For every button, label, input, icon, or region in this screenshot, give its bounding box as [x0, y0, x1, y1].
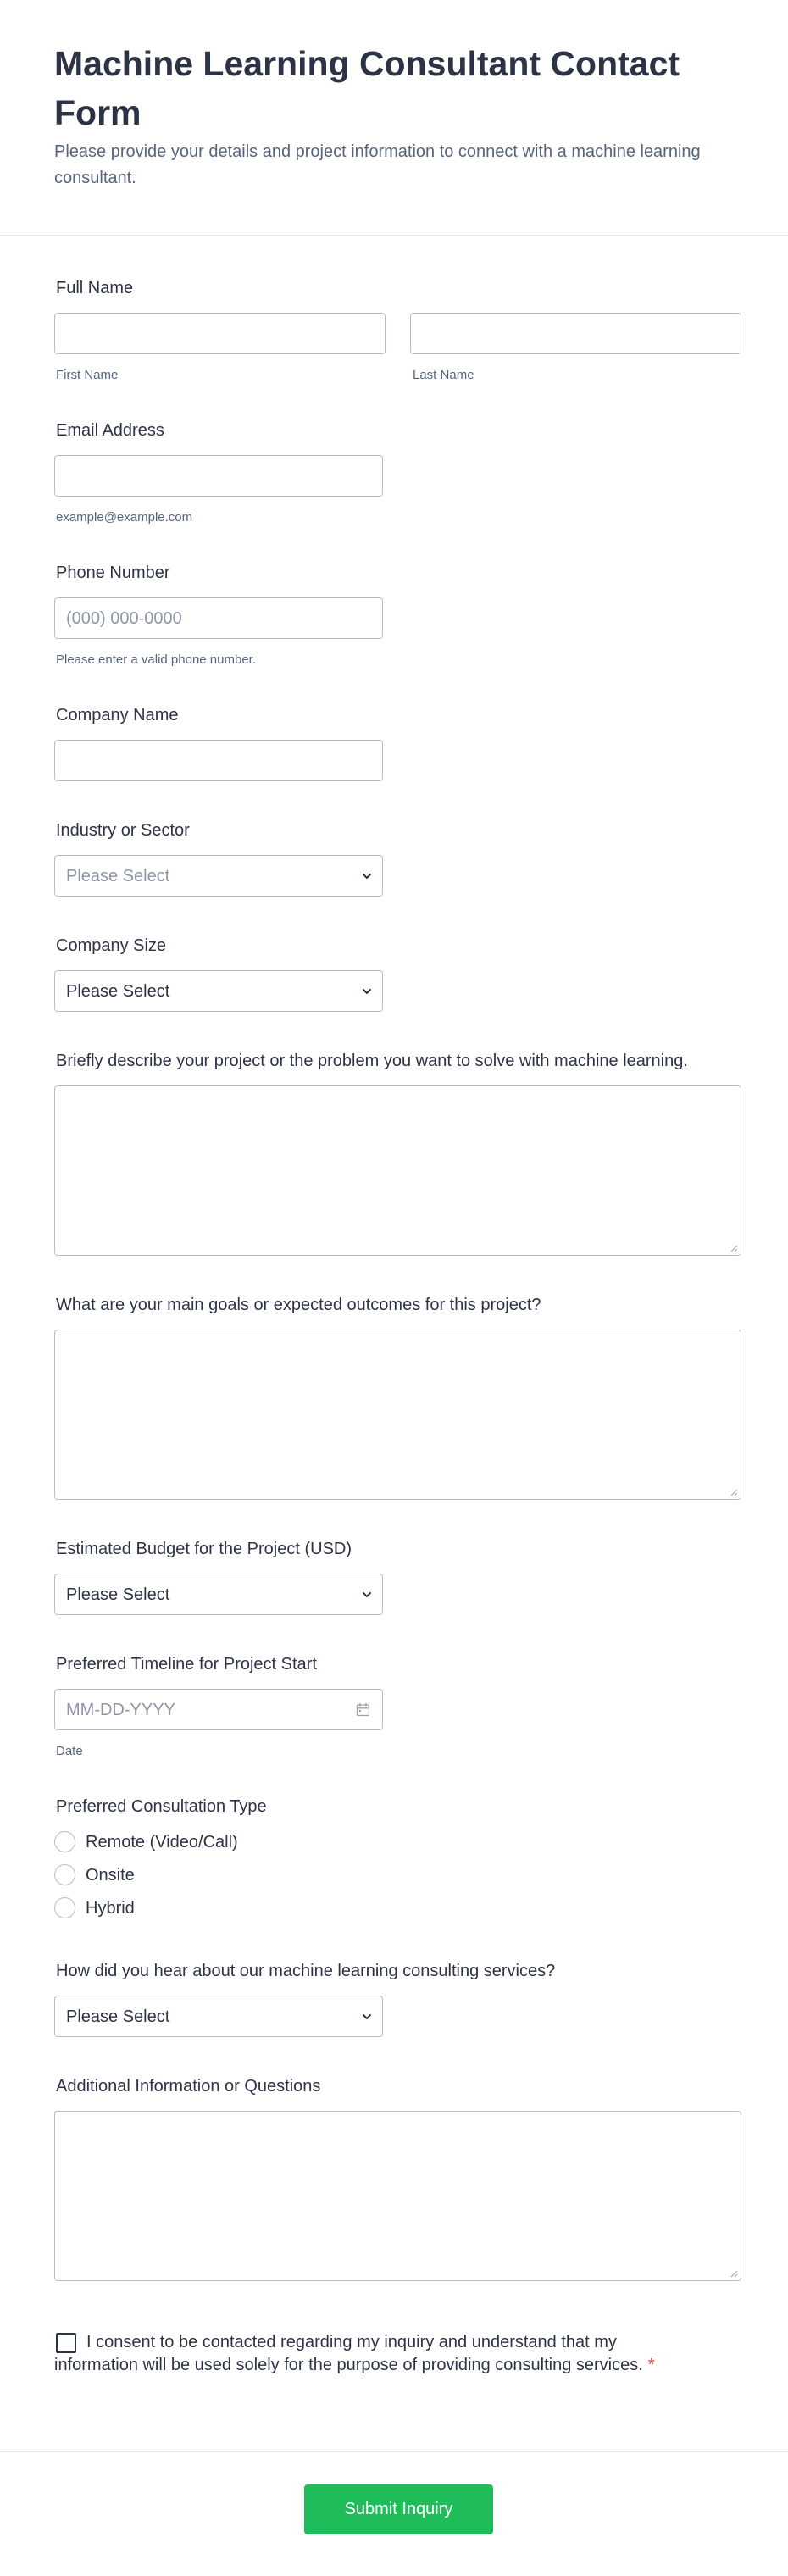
company-size-selected-value: Please Select	[66, 982, 170, 1001]
radio-button[interactable]	[54, 1864, 75, 1885]
chevron-down-icon	[363, 2014, 371, 2019]
timeline-sublabel: Date	[56, 1744, 83, 1758]
first-name-sublabel: First Name	[56, 368, 119, 382]
radio-button[interactable]	[54, 1831, 75, 1852]
submit-button[interactable]: Submit Inquiry	[304, 2484, 493, 2534]
industry-select[interactable]: Please Select	[54, 855, 383, 897]
form-title: Machine Learning Consultant Contact Form	[54, 44, 680, 132]
timeline-placeholder: MM-DD-YYYY	[66, 1701, 175, 1719]
company-size-label: Company Size	[56, 936, 167, 955]
email-sublabel: example@example.com	[56, 510, 193, 525]
budget-select[interactable]: Please Select	[54, 1574, 383, 1615]
calendar-icon[interactable]	[356, 1702, 370, 1717]
goals-textarea[interactable]	[54, 1330, 741, 1500]
consent-label[interactable]: I consent to be contacted regarding my i…	[54, 2333, 643, 2374]
referral-select[interactable]: Please Select	[54, 1996, 383, 2037]
company-input[interactable]	[54, 740, 383, 781]
industry-label: Industry or Sector	[56, 821, 190, 840]
chevron-down-icon	[363, 989, 371, 994]
timeline-date-input[interactable]: MM-DD-YYYY	[54, 1689, 383, 1730]
industry-selected-value: Please Select	[66, 867, 170, 886]
phone-input[interactable]: (000) 000-0000	[54, 597, 383, 639]
consultation-type-label: Preferred Consultation Type	[56, 1797, 267, 1816]
budget-selected-value: Please Select	[66, 1585, 170, 1604]
goals-label: What are your main goals or expected out…	[56, 1296, 541, 1314]
consent-text-block: I consent to be contacted regarding my i…	[54, 2331, 664, 2377]
resize-handle-icon[interactable]	[729, 1243, 738, 1252]
form-header: Machine Learning Consultant Contact Form…	[0, 0, 788, 236]
last-name-sublabel: Last Name	[413, 368, 474, 382]
referral-label: How did you hear about our machine learn…	[56, 1962, 556, 1980]
resize-handle-icon[interactable]	[729, 2268, 738, 2278]
chevron-down-icon	[363, 1592, 371, 1597]
phone-label: Phone Number	[56, 564, 170, 582]
chevron-down-icon	[363, 874, 371, 879]
additional-info-label: Additional Information or Questions	[56, 2077, 321, 2096]
email-label: Email Address	[56, 421, 164, 440]
radio-button[interactable]	[54, 1897, 75, 1918]
resize-handle-icon[interactable]	[729, 1487, 738, 1496]
required-marker: *	[647, 2356, 655, 2374]
timeline-label: Preferred Timeline for Project Start	[56, 1655, 317, 1674]
additional-info-textarea[interactable]	[54, 2111, 741, 2281]
radio-label[interactable]: Hybrid	[86, 1898, 135, 1918]
phone-sublabel: Please enter a valid phone number.	[56, 652, 256, 667]
form-subtitle: Please provide your details and project …	[54, 142, 701, 187]
project-description-label: Briefly describe your project or the pro…	[56, 1052, 688, 1070]
project-description-textarea[interactable]	[54, 1085, 741, 1256]
email-input[interactable]	[54, 455, 383, 497]
last-name-input[interactable]	[410, 313, 741, 354]
budget-label: Estimated Budget for the Project (USD)	[56, 1540, 352, 1558]
company-label: Company Name	[56, 706, 179, 724]
company-size-select[interactable]: Please Select	[54, 970, 383, 1012]
referral-selected-value: Please Select	[66, 2007, 170, 2026]
first-name-input[interactable]	[54, 313, 386, 354]
radio-label[interactable]: Onsite	[86, 1865, 135, 1885]
radio-label[interactable]: Remote (Video/Call)	[86, 1832, 238, 1852]
full-name-label: Full Name	[56, 279, 134, 297]
phone-placeholder: (000) 000-0000	[66, 609, 182, 628]
